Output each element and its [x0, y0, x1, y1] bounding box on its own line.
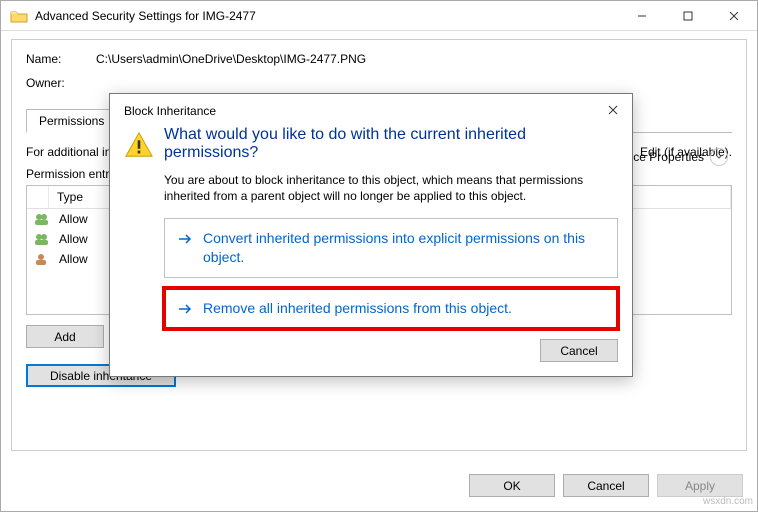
users-icon: [33, 212, 51, 226]
owner-label: Owner:: [26, 76, 96, 90]
col-type[interactable]: Type: [49, 186, 115, 208]
users-icon: [33, 232, 51, 246]
cancel-button[interactable]: Cancel: [563, 474, 649, 497]
warning-icon: [124, 130, 154, 362]
watermark: wsxdn.com: [703, 496, 753, 507]
folder-icon: [10, 9, 28, 23]
remove-permissions-option[interactable]: Remove all inherited permissions from th…: [164, 288, 618, 329]
maximize-button[interactable]: [665, 1, 711, 31]
add-button[interactable]: Add: [26, 325, 104, 348]
user-icon: [33, 252, 51, 266]
convert-permissions-option[interactable]: Convert inherited permissions into expli…: [164, 218, 618, 278]
apply-button[interactable]: Apply: [657, 474, 743, 497]
dialog-footer: OK Cancel Apply: [469, 474, 743, 497]
name-value: C:\Users\admin\OneDrive\Desktop\IMG-2477…: [96, 52, 366, 66]
arrow-right-icon: [177, 231, 193, 247]
close-button[interactable]: [711, 1, 757, 31]
minimize-button[interactable]: [619, 1, 665, 31]
tab-permissions[interactable]: Permissions: [26, 109, 117, 133]
titlebar: Advanced Security Settings for IMG-2477: [1, 1, 757, 31]
window-title: Advanced Security Settings for IMG-2477: [35, 9, 619, 23]
arrow-right-icon: [177, 301, 193, 317]
dialog-body: You are about to block inheritance to th…: [164, 172, 618, 204]
close-icon[interactable]: [608, 104, 618, 118]
dialog-heading: What would you like to do with the curre…: [164, 126, 618, 162]
dialog-title: Block Inheritance: [124, 104, 216, 118]
block-inheritance-dialog: Block Inheritance What would you like to…: [109, 93, 633, 377]
dialog-cancel-button[interactable]: Cancel: [540, 339, 618, 362]
name-label: Name:: [26, 52, 96, 66]
chevron-down-icon[interactable]: [710, 148, 728, 166]
ok-button[interactable]: OK: [469, 474, 555, 497]
advanced-security-window: Advanced Security Settings for IMG-2477 …: [0, 0, 758, 512]
